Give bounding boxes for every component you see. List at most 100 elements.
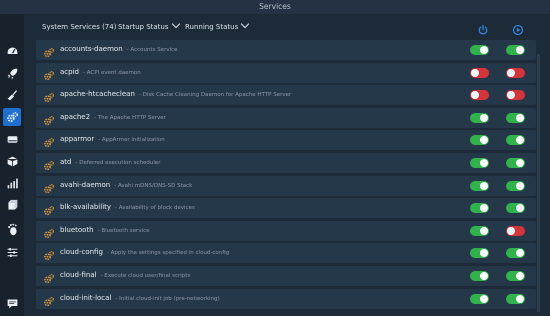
chevron-down-icon (171, 19, 180, 29)
gears-icon (43, 293, 55, 306)
toggle-knob (516, 181, 524, 190)
service-name: accounts-daemon (60, 45, 123, 53)
running-toggle[interactable] (506, 135, 525, 146)
running-toggle[interactable] (506, 180, 525, 191)
running-toggle[interactable] (506, 225, 525, 236)
running-toggle[interactable] (506, 112, 525, 123)
service-name-wrap: cloud-final - Execute cloud user/final sc… (60, 271, 190, 279)
gears-icon (43, 180, 55, 193)
service-row[interactable]: accounts-daemon - Accounts Service (36, 40, 536, 60)
service-name: cloud-config (60, 248, 103, 257)
scrollbar[interactable] (537, 54, 540, 312)
service-row[interactable]: cloud-init-local - Initial cloud-init job… (36, 288, 536, 309)
services-toolbar: System Services (74) Startup Status Runn… (30, 18, 540, 38)
chevron-down-icon (240, 19, 250, 29)
toggle-knob (507, 91, 515, 100)
play-icon[interactable] (512, 21, 524, 36)
broom-icon[interactable] (3, 86, 21, 104)
service-name-wrap: apparmor - AppArmor initialization (60, 135, 165, 143)
service-description: - AppArmor initialization (98, 137, 165, 144)
running-toggle[interactable] (506, 293, 525, 304)
gears-icon (43, 202, 55, 216)
startup-status-dropdown[interactable]: Startup Status (118, 19, 180, 31)
startup-toggle[interactable] (470, 67, 489, 78)
toggle-knob (480, 113, 488, 122)
service-name: atd (60, 158, 72, 166)
service-name: apparmor (60, 135, 95, 144)
toggle-knob (480, 204, 488, 213)
gnome-foot-icon[interactable] (3, 220, 21, 238)
service-name: blk-availability (60, 203, 112, 212)
startup-toggle[interactable] (470, 135, 489, 146)
startup-toggle[interactable] (470, 90, 489, 101)
service-row[interactable]: avahi-daemon - Avahi mDNS/DNS-SD Stack (36, 175, 536, 196)
service-row[interactable]: acpid - ACPI event daemon (36, 62, 536, 83)
running-toggle[interactable] (506, 45, 525, 55)
service-name: apache2 (60, 112, 91, 121)
service-name: apache-htcacheclean (60, 90, 135, 99)
startup-toggle[interactable] (470, 271, 489, 281)
gears-icon (43, 134, 55, 148)
toggle-knob (480, 272, 488, 280)
service-name: avahi-daemon (60, 180, 111, 189)
service-description: - The Apache HTTP Server (94, 114, 166, 121)
dashboard-icon[interactable] (3, 42, 21, 60)
service-name-wrap: apache2- The Apache HTTP Server (60, 113, 166, 121)
cube-icon[interactable] (3, 196, 21, 214)
services-count-label: System Services (74) (42, 23, 117, 31)
startup-toggle[interactable] (470, 248, 489, 259)
startup-toggle[interactable] (470, 158, 489, 168)
running-toggle[interactable] (506, 90, 525, 101)
running-toggle[interactable] (506, 158, 525, 168)
box-icon[interactable] (3, 152, 21, 170)
running-toggle[interactable] (506, 203, 525, 214)
chat-icon[interactable] (3, 294, 21, 312)
gears-icon[interactable] (3, 108, 21, 126)
gears-icon (43, 89, 55, 103)
toggle-knob (507, 226, 515, 235)
gears-icon (43, 247, 55, 261)
sliders-icon[interactable] (3, 243, 21, 261)
toggle-knob (516, 136, 524, 145)
running-status-dropdown[interactable]: Running Status (185, 19, 250, 31)
toggle-knob (516, 113, 524, 122)
running-toggle[interactable] (506, 67, 525, 78)
service-name-wrap: avahi-daemon - Avahi mDNS/DNS-SD Stack (60, 181, 192, 189)
startup-toggle[interactable] (470, 203, 489, 214)
service-description: - Bluetooth service (97, 227, 150, 234)
service-name-wrap: blk-availability - Availability of block … (60, 203, 195, 211)
toggle-knob (471, 68, 479, 77)
toggle-knob (480, 249, 488, 258)
toggle-knob (516, 294, 524, 303)
gears-icon (43, 44, 55, 58)
gears-icon (43, 67, 55, 80)
power-icon[interactable] (477, 21, 489, 35)
running-toggle[interactable] (506, 271, 525, 281)
sidebar (0, 14, 24, 316)
toggle-knob (480, 181, 488, 190)
hdd-icon[interactable] (3, 130, 21, 148)
service-row[interactable]: atd - Deferred execution scheduler (36, 153, 536, 173)
toggle-knob (516, 159, 524, 167)
service-row[interactable]: apache2- The Apache HTTP Server (36, 107, 536, 128)
startup-toggle[interactable] (470, 293, 489, 304)
startup-toggle[interactable] (470, 225, 489, 236)
gears-icon (43, 270, 55, 284)
service-description: - Initial cloud-init job (pre-networking… (115, 295, 220, 302)
startup-toggle[interactable] (470, 112, 489, 123)
running-toggle[interactable] (506, 248, 525, 259)
service-name-wrap: cloud-init-local - Initial cloud-init job… (60, 294, 220, 302)
startup-toggle[interactable] (470, 180, 489, 191)
rocket-icon[interactable] (3, 64, 21, 82)
startup-toggle[interactable] (470, 45, 489, 55)
service-row[interactable]: cloud-config - Apply the settings specifi… (36, 243, 536, 264)
service-row[interactable]: apache-htcacheclean - Disk Cache Cleaning… (36, 85, 536, 106)
service-row[interactable]: bluetooth - Bluetooth service (36, 220, 536, 241)
chart-icon[interactable] (3, 174, 21, 192)
service-name-wrap: atd - Deferred execution scheduler (60, 158, 161, 166)
service-row[interactable]: apparmor - AppArmor initialization (36, 130, 536, 151)
service-row[interactable]: blk-availability - Availability of block … (36, 198, 536, 219)
toggle-knob (480, 136, 488, 145)
service-description: - Apply the settings specified in cloud-… (106, 250, 230, 257)
service-row[interactable]: cloud-final - Execute cloud user/final sc… (36, 266, 536, 286)
